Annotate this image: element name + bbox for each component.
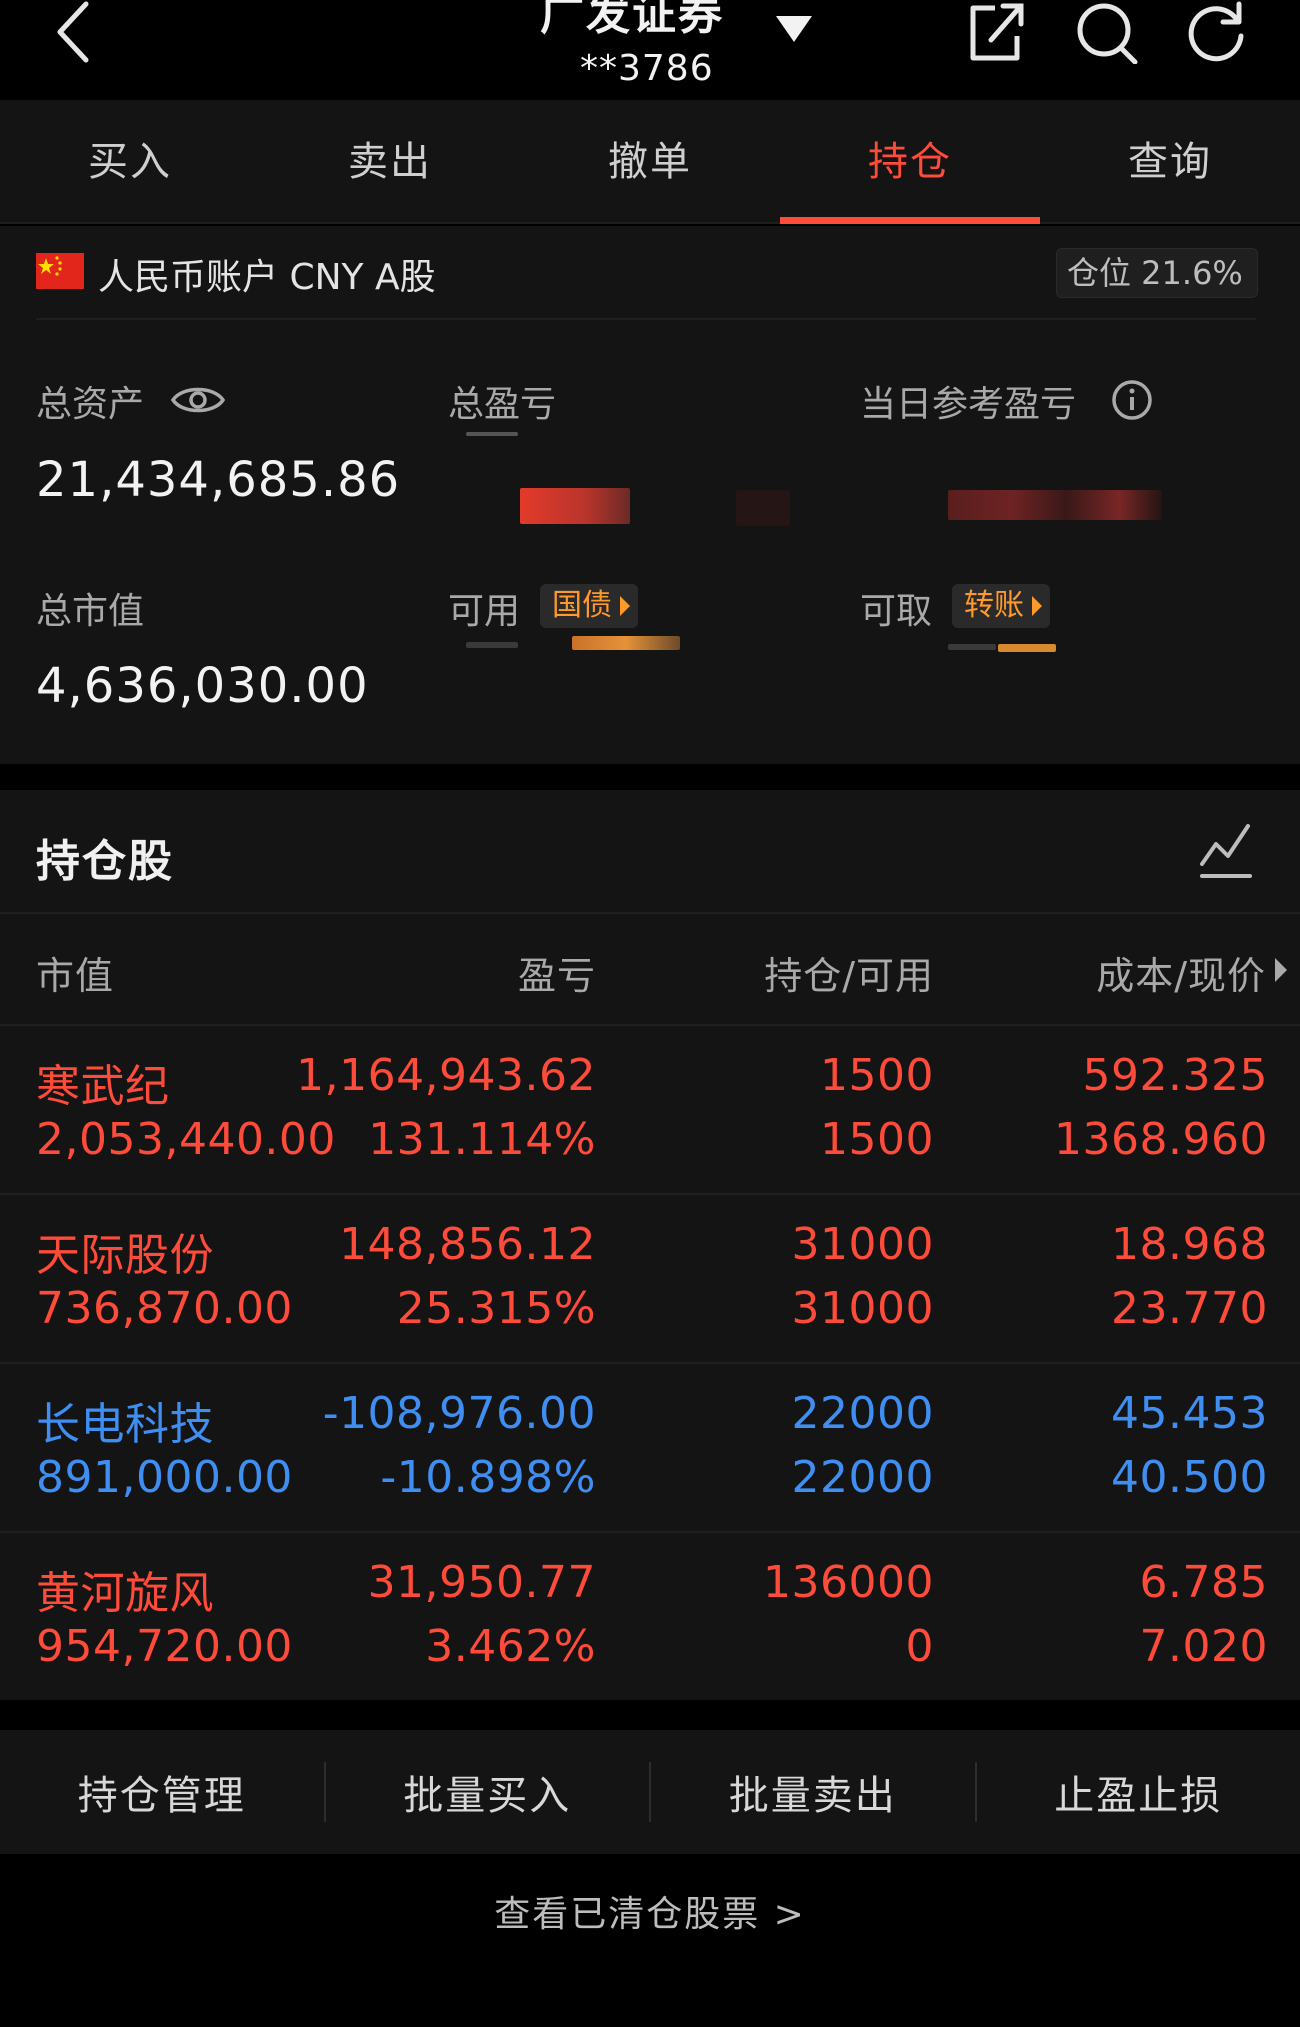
account-currency-label[interactable]: 人民币账户 CNY A股: [98, 248, 436, 300]
stock-price: 1368.960: [1054, 1114, 1268, 1165]
batch-buy-button[interactable]: 批量买入: [326, 1763, 650, 1821]
stock-name: 天际股份: [36, 1230, 214, 1281]
position-ratio-badge: 仓位 21.6%: [1056, 248, 1258, 298]
stock-market-value: 891,000.00: [36, 1452, 293, 1503]
withdrawable-label: 可取: [860, 591, 933, 632]
stock-available: 0: [905, 1621, 934, 1672]
stock-market-value: 736,870.00: [36, 1283, 293, 1334]
market-value-label: 总市值: [36, 591, 145, 632]
stock-pnl-percent: -10.898%: [380, 1452, 596, 1503]
stock-cost: 45.453: [1111, 1388, 1268, 1439]
redacted-available: [572, 636, 680, 650]
column-header-cost-price[interactable]: 成本/现价: [1096, 945, 1266, 1000]
transfer-button[interactable]: 转账: [952, 584, 1050, 628]
tab-query[interactable]: 查询: [1040, 100, 1300, 222]
transfer-label: 转账: [964, 588, 1024, 623]
caret-right-icon: [1032, 596, 1042, 616]
market-value-total: 4,636,030.00: [36, 658, 369, 714]
refresh-icon[interactable]: [1185, 0, 1247, 64]
share-icon[interactable]: [965, 0, 1025, 64]
stock-position: 136000: [763, 1557, 934, 1608]
column-header-market-value: 市值: [36, 954, 115, 998]
batch-sell-button[interactable]: 批量卖出: [651, 1763, 975, 1821]
search-icon[interactable]: [1075, 0, 1139, 64]
dropdown-triangle-icon[interactable]: [772, 10, 816, 46]
stock-position: 1500: [820, 1050, 934, 1101]
manage-positions-button[interactable]: 持仓管理: [0, 1763, 324, 1821]
redacted-withdrawable: [998, 644, 1056, 652]
holding-row[interactable]: 长电科技 891,000.00 -108,976.00 -10.898% 220…: [0, 1362, 1300, 1530]
stock-pnl: 148,856.12: [339, 1219, 596, 1270]
redacted-total-pnl: [520, 488, 630, 524]
daily-pnl-label: 当日参考盈亏: [860, 384, 1077, 425]
redacted-mark: [466, 432, 518, 436]
stock-pnl: 1,164,943.62: [296, 1050, 596, 1101]
redacted-mark: [948, 644, 996, 650]
caret-right-icon[interactable]: [1275, 958, 1287, 982]
trend-chart-icon[interactable]: [1198, 822, 1254, 880]
stock-position: 22000: [791, 1388, 934, 1439]
treasury-bond-label: 国债: [552, 588, 612, 623]
total-assets-value: 21,434,685.86: [36, 452, 401, 508]
stock-market-value: 954,720.00: [36, 1621, 293, 1672]
stock-price: 7.020: [1139, 1621, 1268, 1672]
take-profit-stop-loss-button[interactable]: 止盈止损: [977, 1763, 1300, 1821]
tab-cancel-order[interactable]: 撤单: [520, 100, 780, 222]
stock-price: 40.500: [1111, 1452, 1268, 1503]
column-header-pnl: 盈亏: [517, 954, 596, 998]
broker-name[interactable]: 广发证券: [540, 0, 724, 42]
divider: [0, 912, 1300, 914]
view-cleared-stocks-link[interactable]: 查看已清仓股票 >: [0, 1885, 1300, 1937]
treasury-bond-button[interactable]: 国债: [540, 584, 638, 628]
stock-available: 1500: [820, 1114, 934, 1165]
tab-buy[interactable]: 买入: [0, 100, 260, 222]
stock-available: 31000: [791, 1283, 934, 1334]
redacted-daily-pnl: [948, 490, 1162, 520]
column-header-position: 持仓/可用: [764, 954, 934, 998]
stock-pnl-percent: 25.315%: [396, 1283, 596, 1334]
stock-cost: 592.325: [1082, 1050, 1268, 1101]
holding-row[interactable]: 黄河旋风 954,720.00 31,950.77 3.462% 136000 …: [0, 1531, 1300, 1699]
stock-pnl: -108,976.00: [322, 1388, 596, 1439]
stock-position: 31000: [791, 1219, 934, 1270]
china-flag-icon: [36, 253, 84, 289]
total-assets-label: 总资产: [36, 384, 145, 425]
stock-market-value: 2,053,440.00: [36, 1114, 336, 1165]
trade-tabs: 买入 卖出 撤单 持仓 查询: [0, 100, 1300, 224]
back-arrow-icon[interactable]: [48, 0, 108, 70]
holding-row[interactable]: 天际股份 736,870.00 148,856.12 25.315% 31000…: [0, 1193, 1300, 1361]
stock-cost: 18.968: [1111, 1219, 1268, 1270]
stock-available: 22000: [791, 1452, 934, 1503]
holdings-title: 持仓股: [36, 836, 174, 887]
stock-name: 长电科技: [36, 1399, 214, 1450]
tab-sell[interactable]: 卖出: [260, 100, 520, 222]
eye-icon[interactable]: [170, 380, 226, 420]
available-funds-label: 可用: [448, 591, 521, 632]
stock-price: 23.770: [1111, 1283, 1268, 1334]
stock-name: 寒武纪: [36, 1061, 170, 1112]
stock-pnl: 31,950.77: [367, 1557, 596, 1608]
holding-row[interactable]: 寒武纪 2,053,440.00 1,164,943.62 131.114% 1…: [0, 1024, 1300, 1192]
account-number: **3786: [580, 48, 714, 89]
info-icon[interactable]: [1110, 378, 1154, 422]
total-pnl-label: 总盈亏: [448, 384, 557, 425]
divider: [36, 318, 1256, 320]
holdings-action-bar: 持仓管理 批量买入 批量卖出 止盈止损: [0, 1730, 1300, 1854]
redacted-mark: [736, 490, 790, 526]
stock-cost: 6.785: [1139, 1557, 1268, 1608]
stock-pnl-percent: 3.462%: [425, 1621, 596, 1672]
redacted-mark: [466, 642, 518, 648]
stock-name: 黄河旋风: [36, 1568, 214, 1619]
stock-pnl-percent: 131.114%: [368, 1114, 596, 1165]
caret-right-icon: [620, 596, 630, 616]
tab-positions[interactable]: 持仓: [780, 100, 1040, 224]
